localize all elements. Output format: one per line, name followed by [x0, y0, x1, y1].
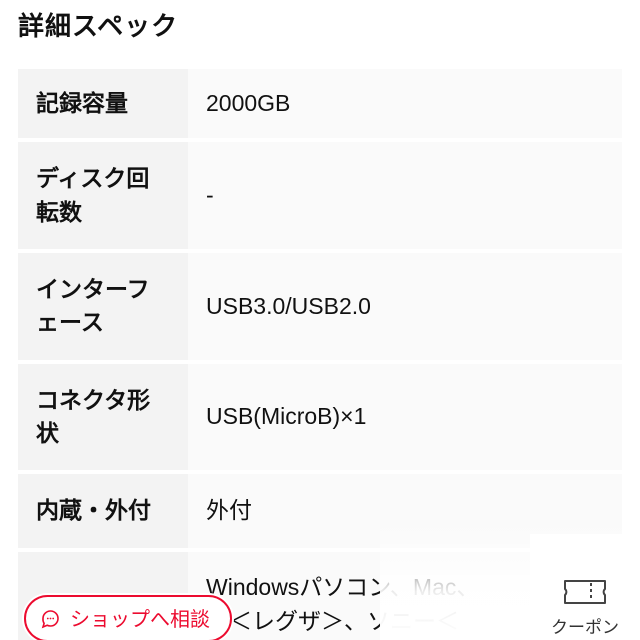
table-row: コネクタ形状 USB(MicroB)×1: [18, 364, 622, 471]
chat-bubble-icon: [38, 607, 62, 631]
chat-shop-label: ショップへ相談: [70, 603, 210, 632]
spec-label: インターフェース: [18, 253, 188, 360]
section-heading: 詳細スペック: [0, 0, 640, 65]
table-row: 記録容量 2000GB: [18, 69, 622, 138]
spec-label: ディスク回転数: [18, 142, 188, 249]
coupon-label: クーポン: [551, 613, 619, 638]
table-row: インターフェース USB3.0/USB2.0: [18, 253, 622, 360]
spec-label: コネクタ形状: [18, 364, 188, 471]
spec-label: 内蔵・外付: [18, 474, 188, 547]
spec-label: 記録容量: [18, 69, 188, 138]
table-row: ディスク回転数 -: [18, 142, 622, 249]
spec-value: -: [188, 142, 622, 249]
spec-value: USB3.0/USB2.0: [188, 253, 622, 360]
spec-value: USB(MicroB)×1: [188, 364, 622, 471]
spec-value: 2000GB: [188, 69, 622, 138]
coupon-button[interactable]: クーポン: [530, 534, 640, 640]
chat-shop-button[interactable]: ショップへ相談: [24, 595, 232, 640]
coupon-ticket-icon: [563, 577, 607, 607]
